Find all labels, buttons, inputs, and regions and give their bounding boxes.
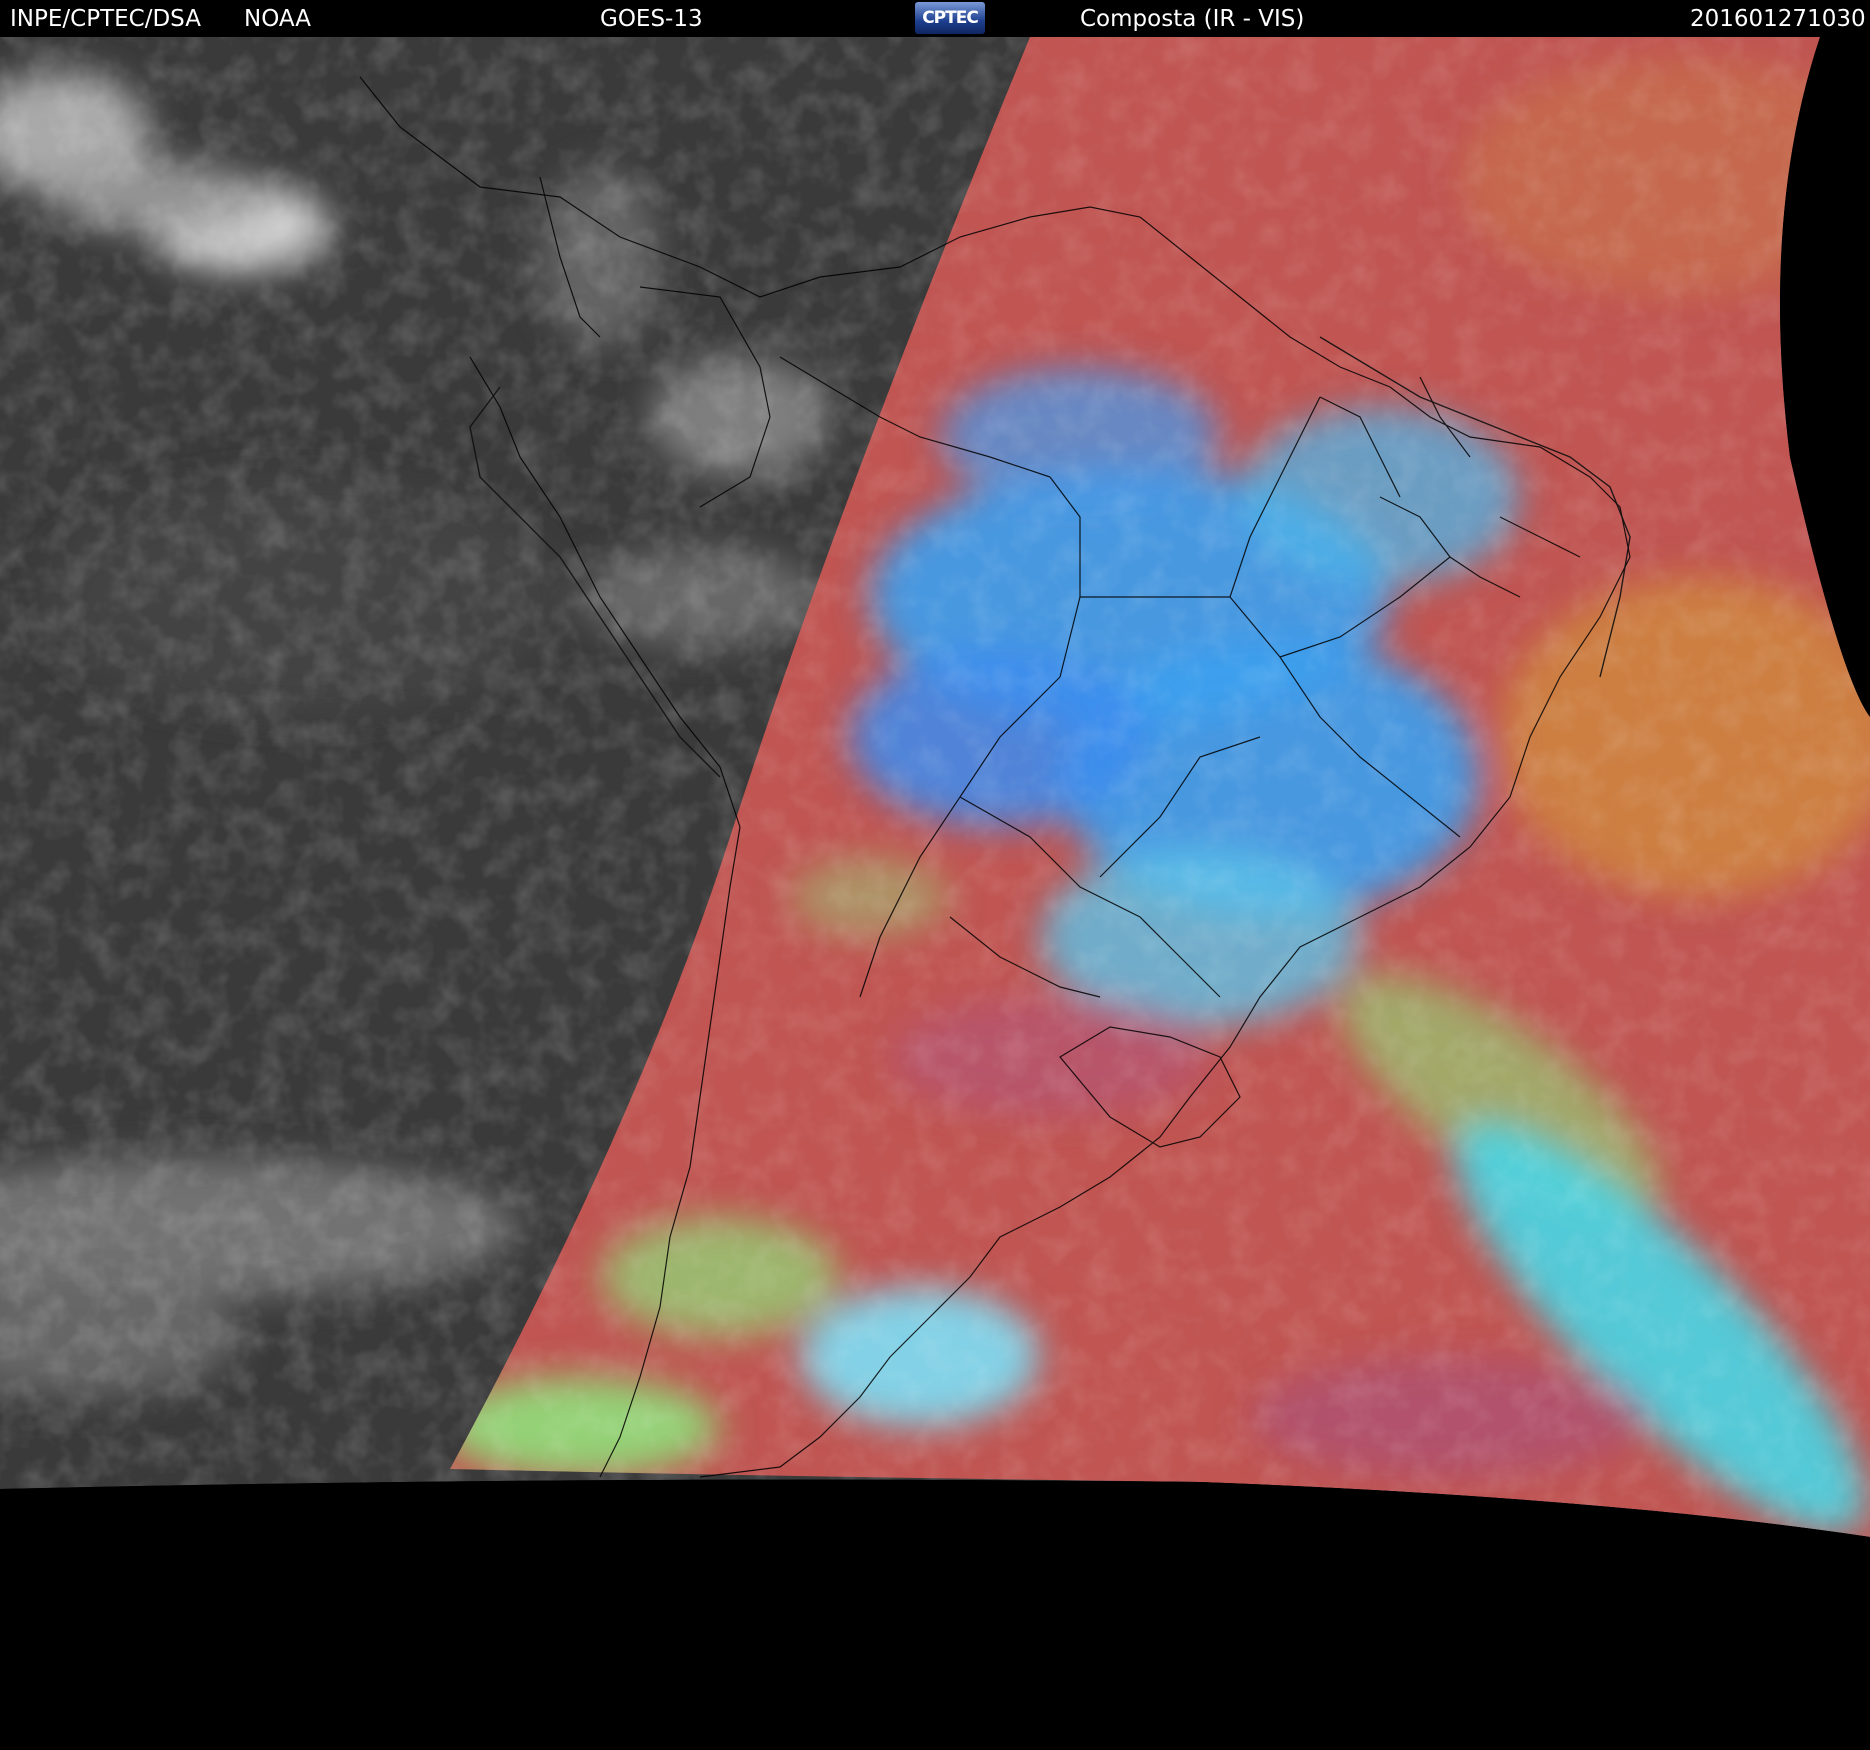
agency-label: NOAA xyxy=(244,6,312,32)
header-bar: INPE/CPTEC/DSA NOAA GOES-13 CPTEC Compos… xyxy=(0,0,1870,37)
product-label: Composta (IR - VIS) xyxy=(1080,6,1305,32)
cptec-logo-text: CPTEC xyxy=(922,8,979,28)
satellite-image xyxy=(0,37,1870,1750)
satellite-label: GOES-13 xyxy=(600,6,703,32)
satellite-composite xyxy=(0,37,1870,1750)
source-label: INPE/CPTEC/DSA xyxy=(10,6,201,32)
space-bottom xyxy=(0,1479,1870,1750)
timestamp-label: 201601271030 xyxy=(1690,6,1866,32)
cptec-logo: CPTEC xyxy=(915,2,985,34)
